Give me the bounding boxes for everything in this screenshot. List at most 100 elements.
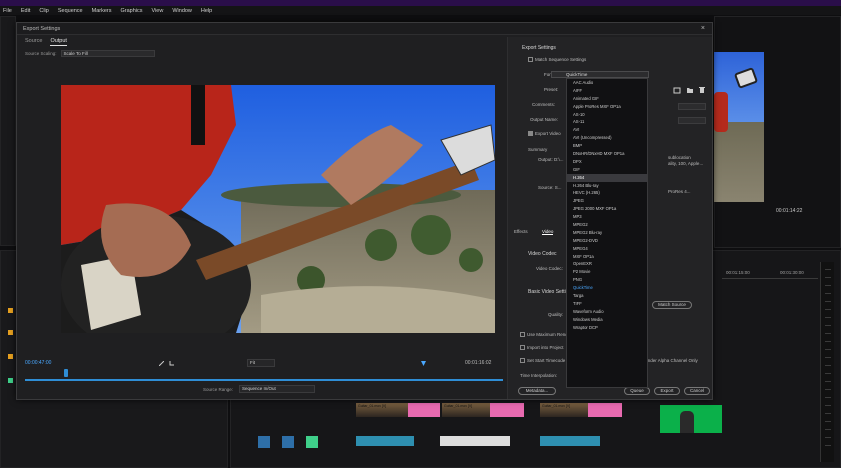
import-project-checkbox[interactable]: Import into Project bbox=[520, 345, 564, 351]
save-preset-icon[interactable] bbox=[673, 86, 681, 94]
format-option[interactable]: Targa bbox=[567, 292, 647, 300]
menu-item-view[interactable]: View bbox=[152, 8, 164, 14]
format-option[interactable]: AVI (Uncompressed) bbox=[567, 134, 647, 142]
menu-item-edit[interactable]: Edit bbox=[21, 8, 30, 14]
close-icon[interactable]: × bbox=[701, 25, 705, 32]
tab-effects[interactable]: Effects bbox=[514, 229, 528, 234]
track-toggle-button[interactable] bbox=[282, 436, 294, 448]
comments-field[interactable] bbox=[678, 103, 706, 110]
delete-preset-icon[interactable] bbox=[698, 86, 706, 94]
format-option[interactable]: DPX bbox=[567, 158, 647, 166]
source-scaling-dropdown[interactable]: Scale To Fill bbox=[60, 50, 155, 57]
audio-clip[interactable] bbox=[540, 436, 600, 446]
summary-source: Source: S... bbox=[538, 185, 562, 190]
export-preview-video bbox=[61, 85, 495, 333]
tab-video[interactable]: Video bbox=[542, 229, 554, 235]
menu-item-graphics[interactable]: Graphics bbox=[121, 8, 143, 14]
format-option[interactable]: MXF OP1a bbox=[567, 253, 647, 261]
summary-label: Summary bbox=[528, 147, 548, 152]
audio-clip[interactable] bbox=[440, 436, 510, 446]
format-option[interactable]: H.264 Blu-ray bbox=[567, 182, 647, 190]
summary-detail: sublocation bbox=[668, 155, 691, 160]
menu-item-sequence[interactable]: Sequence bbox=[58, 8, 83, 14]
format-dropdown-list: AAC Audio AIFF Animated GIF Apple ProRes MX… bbox=[566, 78, 648, 388]
output-name-field[interactable] bbox=[678, 117, 706, 124]
quality-label: Quality: bbox=[548, 312, 564, 317]
format-option[interactable]: JPEG 2000 MXF OP1a bbox=[567, 205, 647, 213]
queue-button[interactable]: Queue bbox=[624, 387, 650, 395]
format-option[interactable]: MPEG4 bbox=[567, 245, 647, 253]
format-option[interactable]: MPEG2-DVD bbox=[567, 237, 647, 245]
crop-icon[interactable] bbox=[169, 361, 174, 366]
match-sequence-checkbox[interactable]: Match Sequence Settings bbox=[528, 57, 587, 63]
checkbox-icon[interactable] bbox=[528, 57, 533, 63]
tab-source[interactable]: Source bbox=[25, 38, 42, 46]
menu-item-clip[interactable]: Clip bbox=[39, 8, 48, 14]
track-toggle-button[interactable] bbox=[306, 436, 318, 448]
match-sequence-label: Match Sequence Settings bbox=[535, 57, 587, 62]
metadata-button[interactable]: Metadata... bbox=[518, 387, 556, 395]
format-option[interactable]: MPEG2 bbox=[567, 221, 647, 229]
menu-item-window[interactable]: Window bbox=[172, 8, 192, 14]
export-button[interactable]: Export bbox=[654, 387, 680, 395]
format-dropdown[interactable]: QuickTime bbox=[551, 71, 649, 78]
menu-item-help[interactable]: Help bbox=[201, 8, 212, 14]
checkbox-icon[interactable] bbox=[520, 332, 525, 338]
summary-detail: ality, 100, Apple... bbox=[668, 161, 704, 166]
format-option[interactable]: AIFF bbox=[567, 87, 647, 95]
menu-item-markers[interactable]: Markers bbox=[92, 8, 112, 14]
audio-clip[interactable] bbox=[356, 436, 414, 446]
match-source-button[interactable]: Match Source bbox=[652, 301, 692, 309]
format-option[interactable]: Animated GIF bbox=[567, 95, 647, 103]
format-option[interactable]: P2 Movie bbox=[567, 268, 647, 276]
format-option[interactable]: QuickTime bbox=[567, 284, 647, 292]
project-panel-edge bbox=[0, 16, 16, 246]
format-option[interactable]: OpenEXR bbox=[567, 260, 647, 268]
start-timecode-checkbox[interactable]: Set Start Timecode bbox=[520, 358, 565, 364]
source-range-dropdown[interactable]: Sequence In/Out bbox=[239, 385, 315, 393]
timeline-clip[interactable]: Guitar_01.mov [V] bbox=[356, 403, 440, 417]
timeline-clip[interactable]: Guitar_01.mov [V] bbox=[442, 403, 524, 417]
label-color-swatch bbox=[8, 378, 13, 383]
format-option[interactable]: H.264 bbox=[567, 173, 647, 182]
format-option[interactable]: AS-11 bbox=[567, 118, 647, 126]
checkbox-icon[interactable] bbox=[520, 358, 525, 364]
format-option[interactable]: Waveform Audio bbox=[567, 308, 647, 316]
video-codec-section: Video Codec bbox=[528, 251, 557, 257]
track-toggle-button[interactable] bbox=[258, 436, 270, 448]
format-option[interactable]: AAC Audio bbox=[567, 79, 647, 87]
time-interpolation-label: Time Interpolation: bbox=[520, 373, 558, 378]
source-scaling-label: Source Scaling: bbox=[25, 51, 57, 56]
format-option[interactable]: Wraptor DCP bbox=[567, 324, 647, 332]
format-option[interactable]: AS-10 bbox=[567, 111, 647, 119]
mark-in-icon[interactable] bbox=[158, 360, 165, 367]
zoom-fit-dropdown[interactable]: Fit bbox=[247, 359, 275, 367]
export-video-checkbox[interactable]: Export Video bbox=[528, 131, 561, 137]
format-option[interactable]: DNxHR/DNxHD MXF OP1a bbox=[567, 150, 647, 158]
scrubber-track[interactable] bbox=[25, 379, 503, 381]
checkbox-icon[interactable] bbox=[520, 345, 525, 351]
timeline-clip[interactable]: Guitar_01.mov [V] bbox=[540, 403, 622, 417]
playhead-handle[interactable] bbox=[64, 369, 68, 377]
format-option[interactable]: HEVC (H.265) bbox=[567, 189, 647, 197]
format-option[interactable]: MPEG2 Blu-ray bbox=[567, 229, 647, 237]
format-option[interactable]: Apple ProRes MXF OP1a bbox=[567, 103, 647, 111]
current-timecode[interactable]: 00:00:47:00 bbox=[25, 360, 51, 366]
checkbox-icon[interactable] bbox=[528, 131, 533, 137]
import-preset-icon[interactable] bbox=[686, 86, 694, 94]
summary-output: Output: D:\... bbox=[538, 157, 564, 162]
format-option[interactable]: AVI bbox=[567, 126, 647, 134]
green-screen-clip[interactable] bbox=[660, 405, 722, 433]
format-option[interactable]: MP3 bbox=[567, 213, 647, 221]
marker-icon[interactable] bbox=[421, 361, 426, 366]
tab-output[interactable]: Output bbox=[50, 38, 67, 46]
clip-label: Guitar_01.mov [V] bbox=[358, 404, 387, 408]
format-option[interactable]: GIF bbox=[567, 166, 647, 174]
format-option[interactable]: BMP bbox=[567, 142, 647, 150]
cancel-button[interactable]: Cancel bbox=[684, 387, 710, 395]
format-option[interactable]: Windows Media bbox=[567, 316, 647, 324]
format-option[interactable]: TIFF bbox=[567, 300, 647, 308]
menu-item-file[interactable]: File bbox=[3, 8, 12, 14]
format-option[interactable]: PNG bbox=[567, 276, 647, 284]
format-option[interactable]: JPEG bbox=[567, 197, 647, 205]
